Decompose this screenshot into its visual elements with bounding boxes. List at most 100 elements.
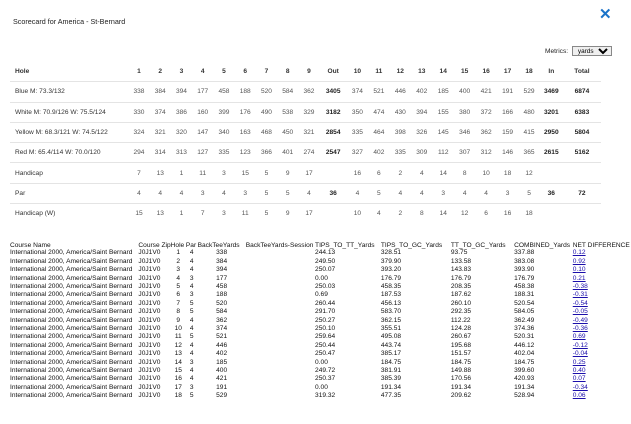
scorecard-cell: 3405 [319, 81, 347, 103]
table-cell: J0J1V0 [138, 341, 161, 349]
net-difference-link[interactable]: 0.07 [573, 375, 586, 382]
net-difference-link[interactable]: 0.10 [573, 266, 586, 273]
table-cell: J0J1V0 [138, 308, 161, 316]
metrics-control: Metrics: yards [545, 46, 612, 56]
column-header: BackTeeYards [197, 241, 240, 249]
scorecard-cell: 191 [496, 81, 519, 103]
table-cell: 250.27 [315, 316, 336, 324]
table-cell: 3 [189, 358, 194, 366]
table-cell: 176.79 [380, 274, 402, 282]
net-difference-link[interactable]: -0.49 [573, 317, 588, 324]
table-cell: International 2000, America/Saint Bernar… [10, 333, 133, 341]
scorecard-cell: 521 [368, 81, 390, 103]
net-difference-link[interactable]: -0.34 [573, 384, 588, 391]
table-cell: 260.10 [450, 299, 472, 307]
net-difference-link[interactable]: 0.12 [573, 249, 586, 256]
net-difference-link[interactable]: 0.21 [573, 275, 586, 282]
net-difference-link[interactable]: -0.12 [573, 342, 588, 349]
net-difference-link[interactable]: -0.05 [573, 308, 588, 315]
table-cell: 112.22 [450, 316, 471, 324]
net-difference-link[interactable]: 0.06 [573, 392, 586, 399]
scorecard-cell: 374 [149, 102, 171, 123]
close-icon[interactable]: ✕ [599, 7, 612, 22]
table-cell: 421 [216, 375, 228, 383]
scorecard-cell: 177 [192, 81, 214, 103]
scorecard-cell: 9 [277, 162, 299, 184]
table-cell: 328.51 [380, 249, 402, 257]
table-cell: 393.20 [380, 266, 402, 274]
table-cell: 208.35 [450, 283, 472, 291]
table-cell: 191 [216, 383, 228, 391]
scorecard-cell: 386 [170, 102, 193, 123]
scorecard-cell: 12 [389, 62, 412, 83]
table-cell: International 2000, America/Saint Bernar… [10, 325, 133, 333]
table-cell: International 2000, America/Saint Bernar… [10, 358, 133, 366]
table-cell: International 2000, America/Saint Bernar… [10, 249, 133, 257]
scorecard-cell: 380 [453, 102, 476, 123]
scorecard-cell: 450 [277, 122, 299, 144]
table-cell: International 2000, America/Saint Bernar… [10, 283, 133, 291]
scorecard-cell: 7 [200, 210, 205, 218]
table-cell: 176.79 [450, 274, 472, 282]
net-difference-link[interactable]: -0.04 [573, 350, 588, 357]
net-difference-link[interactable]: -0.54 [573, 300, 588, 307]
net-difference-link[interactable]: -0.36 [573, 325, 588, 332]
scorecard-cell: In [539, 62, 563, 83]
scorecard-cell: 6 [234, 62, 256, 83]
scorecard-cell: 274 [298, 142, 320, 164]
scorecard-cell: 160 [192, 102, 214, 123]
table-cell: 170.56 [450, 375, 472, 383]
net-difference-link[interactable]: 0.69 [573, 333, 586, 340]
table-cell: 176.79 [514, 274, 535, 282]
table-cell: J0J1V0 [138, 350, 161, 358]
table-cell: 191.34 [450, 383, 472, 391]
scorecard-cell: 145 [432, 122, 454, 144]
scorecard-cell: 307 [453, 142, 476, 164]
scorecard-cell: 338 [128, 81, 150, 103]
table-cell: 191.34 [380, 383, 402, 391]
scorecard-cell: 4 [453, 183, 476, 205]
scorecard-row-label: Red M: 65.4/114 W: 70.0/120 [10, 142, 129, 164]
scorecard-row-label: Par [10, 183, 129, 205]
table-cell: 4 [189, 325, 194, 333]
table-cell: International 2000, America/Saint Bernar… [10, 299, 133, 307]
course-data-header-row: Course Name Course Zip Hole Par BackTeeYards… [10, 241, 631, 249]
scorecard-cell: 394 [411, 102, 433, 123]
table-cell: 13 [174, 350, 182, 358]
table-cell: 11 [174, 333, 182, 341]
scorecard-cell: 474 [368, 102, 390, 123]
table-cell [246, 266, 315, 274]
column-header: BackTeeYards-Session [245, 241, 314, 249]
net-difference-cell: 0.06 [573, 392, 631, 400]
net-difference-link[interactable]: -0.38 [573, 283, 588, 290]
scorecard-cell: 2 [389, 162, 412, 184]
net-difference-cell: -0.54 [573, 300, 631, 308]
scorecard-row: Handicap 7 13 1 11 3 15 5 9 17 16 6 2 4 14 8 10 18 12 [10, 162, 601, 184]
net-difference-cell: 0.69 [573, 333, 631, 341]
metrics-select[interactable]: yards [571, 46, 612, 56]
scorecard-cell: 3 [222, 210, 226, 218]
scorecard-cell: 329 [298, 102, 320, 123]
table-row: International 2000, America/Saint Bernar… [10, 308, 631, 316]
table-cell: 4 [189, 266, 194, 274]
scorecard-cell: 4 [475, 183, 497, 205]
net-difference-link[interactable]: 0.92 [573, 258, 586, 265]
table-cell: J0J1V0 [138, 274, 161, 282]
scorecard-cell: 6 [368, 162, 390, 184]
scorecard-cell: 10 [346, 62, 369, 83]
table-cell: International 2000, America/Saint Bernar… [10, 266, 133, 274]
scorecard-cell: 3182 [319, 102, 347, 123]
table-cell: 355.51 [380, 325, 402, 333]
table-cell: 17 [174, 383, 182, 391]
net-difference-link[interactable]: -0.31 [573, 291, 588, 298]
table-cell: 93.75 [450, 249, 468, 257]
scorecard-cell: 1 [128, 62, 150, 83]
scorecard-cell: 159 [496, 122, 519, 144]
course-data-table: Course Name Course Zip Hole Par BackTeeYards… [10, 241, 631, 401]
net-difference-link[interactable]: 0.25 [573, 359, 586, 366]
net-difference-link[interactable]: 0.40 [573, 367, 586, 374]
scorecard-cell: 2854 [319, 122, 347, 144]
scorecard-cell: 3 [213, 162, 235, 184]
table-cell: 362.49 [514, 316, 535, 324]
table-cell: 402.04 [514, 350, 535, 358]
